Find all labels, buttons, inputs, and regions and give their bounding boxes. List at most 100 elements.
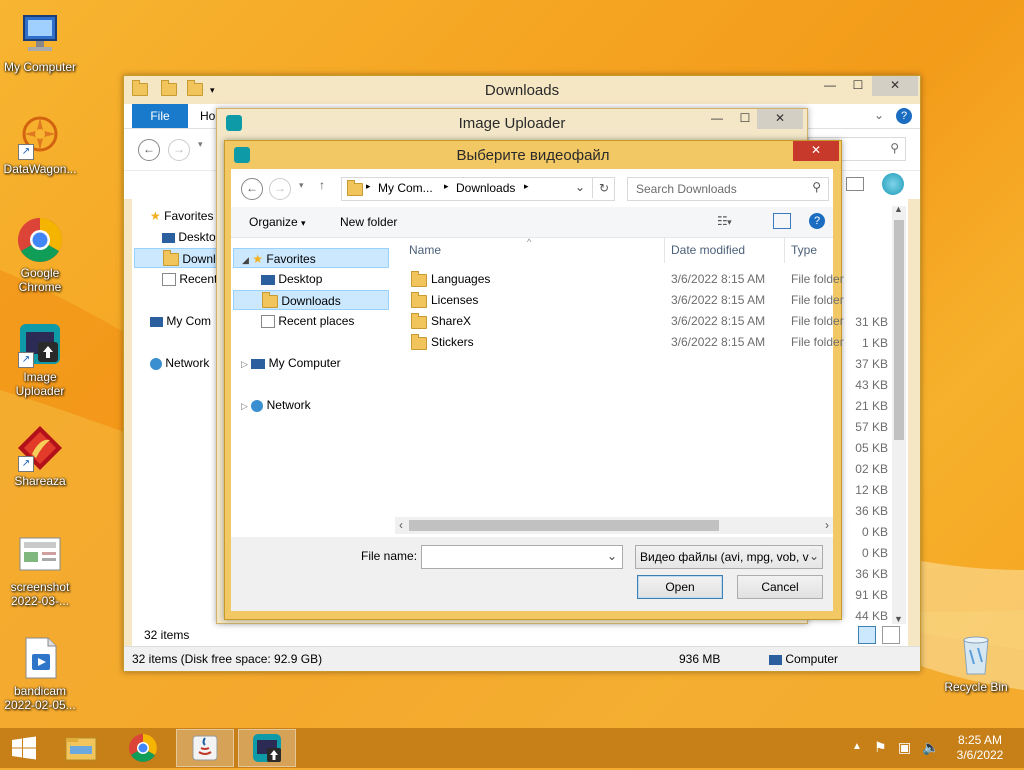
horizontal-scrollbar[interactable]: ‹ › <box>395 517 833 534</box>
preview-pane-icon[interactable] <box>773 213 791 229</box>
nav-my-computer[interactable]: My Com <box>150 311 211 331</box>
chevron-down-icon[interactable]: ⌄ <box>607 549 617 563</box>
file-row[interactable]: Languages 3/6/2022 8:15 AM File folder <box>403 269 844 290</box>
breadcrumb[interactable]: ▸ My Com... ▸ Downloads ▸ ⌄ ↻ <box>341 177 615 201</box>
forward-icon[interactable]: → <box>269 178 291 200</box>
desktop-icon-screenshot[interactable]: screenshot 2022-03-... <box>0 530 80 608</box>
uploader-titlebar[interactable]: Image Uploader — ☐ ✕ <box>217 109 807 137</box>
ribbon-expand-icon[interactable]: ⌄ <box>874 108 884 122</box>
close-button[interactable]: ✕ <box>793 141 839 161</box>
scrollbar-thumb[interactable] <box>894 220 904 440</box>
file-type-select[interactable]: Видео файлы (avi, mpg, vob, v ⌄ <box>635 545 823 569</box>
chevron-down-icon: ⌄ <box>808 549 819 563</box>
minimize-button[interactable]: — <box>816 76 844 96</box>
clock-time: 8:25 AM <box>957 733 1003 747</box>
file-size: 31 KB <box>855 315 888 329</box>
large-icons-view-icon[interactable] <box>882 626 900 644</box>
recent-dropdown-icon[interactable]: ▾ <box>299 180 304 191</box>
taskbar-chrome[interactable] <box>114 729 172 767</box>
desktop-icon-image-uploader[interactable]: ↗ Image Uploader <box>0 320 80 398</box>
dialog-titlebar[interactable]: Выберите видеофайл ✕ <box>225 141 841 169</box>
taskbar-java[interactable] <box>176 729 234 767</box>
folder-icon <box>411 334 427 350</box>
nav-desktop[interactable]: Desktop <box>261 269 322 289</box>
back-icon[interactable]: ← <box>241 178 263 200</box>
scroll-right-icon[interactable]: › <box>825 518 829 532</box>
status-disk-space: 32 items (Disk free space: 92.9 GB) <box>132 652 323 666</box>
tab-home[interactable]: Ho <box>200 104 215 128</box>
back-icon[interactable]: ← <box>138 139 160 161</box>
nav-recent-places[interactable]: Recent places <box>261 311 354 331</box>
help-icon[interactable]: ? <box>809 213 825 229</box>
taskbar-image-uploader[interactable] <box>238 729 296 767</box>
desktop-icon-datawagon[interactable]: ↗ DataWagon... <box>0 112 80 176</box>
nav-favorites[interactable]: ★ Favorites <box>150 206 213 226</box>
maximize-button[interactable]: ☐ <box>844 76 872 96</box>
close-button[interactable]: ✕ <box>872 76 918 96</box>
nav-network[interactable]: Network <box>150 353 209 373</box>
open-button[interactable]: Open <box>637 575 723 599</box>
desktop-icon-chrome[interactable]: Google Chrome <box>0 216 80 294</box>
action-center-flag-icon[interactable]: ⚑ <box>874 739 887 756</box>
scroll-up-icon[interactable]: ▲ <box>894 204 903 214</box>
desktop-icon-bandicam[interactable]: bandicam 2022-02-05... <box>0 634 80 712</box>
cancel-button[interactable]: Cancel <box>737 575 823 599</box>
scroll-left-icon[interactable]: ‹ <box>399 518 403 532</box>
desktop-icon-recycle-bin[interactable]: Recycle Bin <box>936 630 1016 694</box>
column-header-date[interactable]: Date modified <box>665 237 785 263</box>
organize-button[interactable]: Organize ▾ <box>249 215 306 229</box>
forward-icon[interactable]: → <box>168 139 190 161</box>
desktop-icon-shareaza[interactable]: ↗ Shareaza <box>0 424 80 488</box>
nav-downloads[interactable]: Downl <box>134 248 220 268</box>
chevron-down-icon[interactable]: ⌄ <box>575 180 585 194</box>
dialog-body: ← → ▾ ↑ ▸ My Com... ▸ Downloads ▸ ⌄ ↻ Se… <box>231 169 844 611</box>
volume-muted-icon[interactable]: 🔈 <box>922 739 939 756</box>
computer-icon <box>769 654 782 665</box>
nav-desktop[interactable]: Deskto <box>162 227 216 247</box>
nav-favorites[interactable]: ◢ ★ Favorites <box>233 248 389 268</box>
file-row[interactable]: ShareX 3/6/2022 8:15 AM File folder <box>403 311 844 332</box>
show-hidden-icons[interactable]: ▲ <box>852 741 862 752</box>
explorer-scrollbar[interactable]: ▲ ▼ <box>892 204 906 624</box>
folder-icon <box>411 313 427 329</box>
file-name-input[interactable]: ⌄ <box>421 545 623 569</box>
column-header-name[interactable]: Name ^ <box>403 237 665 263</box>
open-file-dialog[interactable]: Выберите видеофайл ✕ ← → ▾ ↑ ▸ My Com...… <box>224 140 844 620</box>
app-globe-icon[interactable] <box>882 173 904 195</box>
file-row[interactable]: Licenses 3/6/2022 8:15 AM File folder <box>403 290 844 311</box>
search-icon: ⚲ <box>812 180 821 194</box>
tab-file[interactable]: File <box>132 104 188 128</box>
recent-dropdown-icon[interactable]: ▾ <box>198 139 203 150</box>
nav-network[interactable]: ▷ Network <box>241 395 311 415</box>
breadcrumb-item[interactable]: Downloads <box>456 181 515 195</box>
column-header-type[interactable]: Type <box>785 237 833 263</box>
clock[interactable]: 8:25 AM 3/6/2022 <box>952 733 1008 763</box>
scrollbar-thumb[interactable] <box>409 520 719 531</box>
help-icon[interactable]: ? <box>896 108 912 124</box>
nav-my-computer[interactable]: ▷ My Computer <box>241 353 341 373</box>
nav-recent[interactable]: Recent <box>162 269 217 289</box>
maximize-button[interactable]: ☐ <box>731 109 759 129</box>
taskbar-file-explorer[interactable] <box>52 729 110 767</box>
new-folder-button[interactable]: New folder <box>340 215 397 229</box>
scroll-down-icon[interactable]: ▼ <box>894 614 903 624</box>
breadcrumb-item[interactable]: My Com... <box>378 181 433 195</box>
start-button[interactable] <box>0 729 48 767</box>
search-input[interactable]: Search Downloads ⚲ <box>627 177 829 201</box>
dialog-footer: File name: ⌄ Видео файлы (avi, mpg, vob,… <box>231 537 833 611</box>
file-name-label: File name: <box>361 549 418 563</box>
file-size: 57 KB <box>855 420 888 434</box>
explorer-titlebar[interactable]: ▾ Downloads — ☐ ✕ <box>124 76 920 104</box>
preview-pane-icon[interactable] <box>846 177 864 191</box>
up-icon[interactable]: ↑ <box>319 178 325 192</box>
close-button[interactable]: ✕ <box>757 109 803 129</box>
refresh-icon[interactable]: ↻ <box>592 178 615 198</box>
network-tray-icon[interactable]: ▣ <box>898 739 911 756</box>
file-row[interactable]: Stickers 3/6/2022 8:15 AM File folder <box>403 332 844 353</box>
nav-downloads[interactable]: Downloads <box>233 290 389 310</box>
minimize-button[interactable]: — <box>703 109 731 129</box>
details-view-icon[interactable] <box>858 626 876 644</box>
file-size: 36 KB <box>855 504 888 518</box>
desktop-icon-my-computer[interactable]: My Computer <box>0 10 80 74</box>
view-options-icon[interactable]: ☷ ▾ <box>717 214 732 228</box>
